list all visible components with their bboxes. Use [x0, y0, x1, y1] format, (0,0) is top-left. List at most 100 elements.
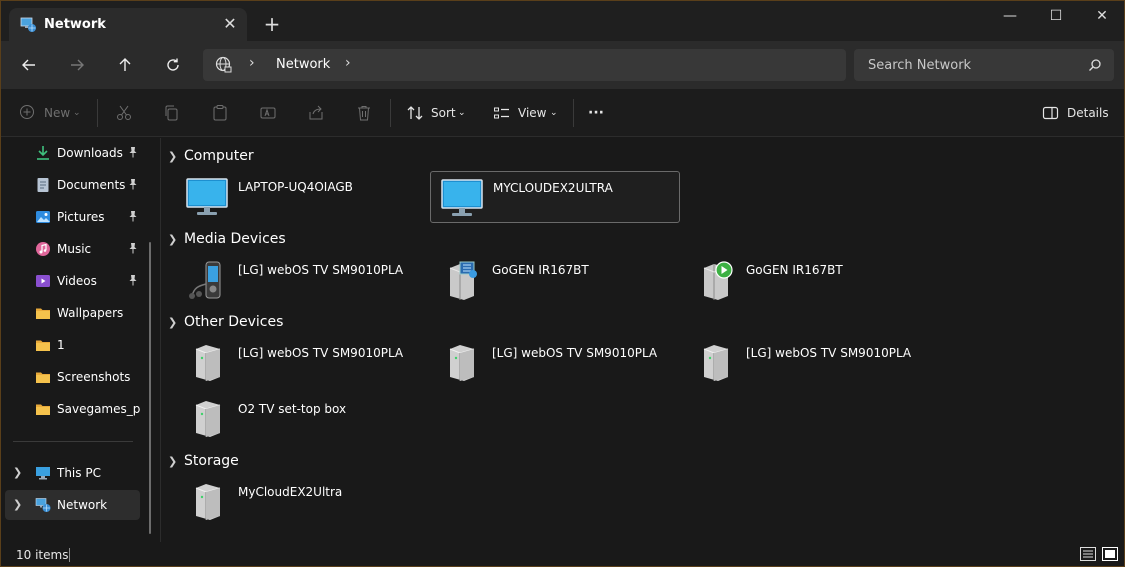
group-header-computer[interactable]: ❯ Computer: [168, 148, 254, 164]
sidebar-scrollbar[interactable]: [149, 242, 151, 534]
device-icon: [703, 345, 729, 381]
network-item-mycloudex2ultra[interactable]: MYCLOUDEX2ULTRA: [430, 171, 680, 223]
search-icon: [1089, 59, 1101, 71]
forward-button[interactable]: [63, 51, 91, 79]
storage-item-mycloudex2ultra[interactable]: MyCloudEX2Ultra: [176, 476, 426, 528]
chevron-right-icon[interactable]: ❯: [13, 466, 22, 479]
chevron-right-icon[interactable]: ›: [249, 55, 255, 71]
navigation-pane: Downloads Documents Pictures Music Video…: [1, 138, 161, 542]
other-item-lg-tv-3[interactable]: [LG] webOS TV SM9010PLA: [684, 337, 934, 389]
share-icon: [309, 105, 323, 120]
other-item-o2-set-top-box[interactable]: O2 TV set-top box: [176, 393, 426, 445]
pin-icon: [129, 179, 137, 190]
search-box[interactable]: [854, 49, 1114, 81]
group-header-storage[interactable]: ❯ Storage: [168, 453, 239, 469]
item-label: GoGEN IR167BT: [746, 263, 843, 277]
close-window-button[interactable]: ✕: [1079, 1, 1124, 33]
chevron-down-icon[interactable]: ❯: [168, 233, 182, 246]
network-item-laptop[interactable]: LAPTOP-UQ4OIAGB: [176, 171, 426, 223]
rename-icon: [260, 107, 276, 119]
media-item-lg-tv[interactable]: [LG] webOS TV SM9010PLA: [176, 254, 426, 306]
sidebar-item-label: Savegames_patch: [57, 402, 141, 416]
sidebar-item-this-pc[interactable]: ❯ This PC: [5, 458, 140, 488]
view-list-icon: [494, 107, 509, 119]
item-label: [LG] webOS TV SM9010PLA: [492, 346, 658, 360]
network-icon: [35, 498, 51, 512]
new-tab-button[interactable]: +: [259, 11, 285, 37]
toolbar-divider: [573, 99, 574, 127]
clipboard-icon: [213, 105, 227, 121]
sidebar-item-network[interactable]: ❯ Network: [5, 490, 140, 520]
sidebar-item-videos[interactable]: Videos: [5, 266, 140, 296]
music-icon: [36, 242, 50, 256]
sidebar-item-label: Screenshots: [57, 370, 131, 384]
toolbar-divider: [97, 99, 98, 127]
sidebar-item-documents[interactable]: Documents: [5, 170, 140, 200]
group-title: Computer: [184, 148, 254, 164]
new-button[interactable]: New ⌄: [19, 101, 83, 125]
up-button[interactable]: [111, 51, 139, 79]
group-header-media-devices[interactable]: ❯ Media Devices: [168, 231, 286, 247]
copy-icon: [165, 105, 178, 121]
rename-button[interactable]: [259, 101, 279, 125]
refresh-button[interactable]: [159, 51, 187, 79]
other-item-lg-tv-2[interactable]: [LG] webOS TV SM9010PLA: [430, 337, 680, 389]
folder-icon: [36, 308, 50, 319]
chevron-down-icon[interactable]: ❯: [168, 455, 182, 468]
details-view-icon[interactable]: [1079, 546, 1097, 562]
delete-button[interactable]: [355, 101, 375, 125]
sidebar-item-screenshots[interactable]: Screenshots: [5, 362, 140, 392]
device-icon: [195, 345, 221, 381]
sidebar-item-music[interactable]: Music: [5, 234, 140, 264]
sidebar-item-savegames[interactable]: Savegames_patch: [5, 394, 141, 424]
tab-network[interactable]: Network ✕: [9, 8, 247, 41]
chevron-right-icon[interactable]: ›: [345, 55, 351, 71]
media-item-gogen-server[interactable]: GoGEN IR167BT: [430, 254, 680, 306]
tiles-view-icon[interactable]: [1101, 546, 1119, 562]
sidebar-item-wallpapers[interactable]: Wallpapers: [5, 298, 140, 328]
trash-icon: [358, 106, 370, 121]
copy-button[interactable]: [163, 101, 183, 125]
toolbar-divider: [390, 99, 391, 127]
tab-close-button[interactable]: ✕: [219, 13, 241, 35]
breadcrumb-item-network[interactable]: Network: [276, 57, 330, 72]
this-pc-icon: [36, 467, 50, 480]
sidebar-item-pictures[interactable]: Pictures: [5, 202, 140, 232]
sidebar-item-label: This PC: [57, 466, 101, 480]
item-label: MyCloudEX2Ultra: [238, 485, 343, 499]
group-title: Other Devices: [184, 314, 284, 330]
sidebar-item-1[interactable]: 1: [5, 330, 140, 360]
maximize-button[interactable]: ☐: [1033, 1, 1079, 33]
breadcrumb[interactable]: › Network ›: [203, 49, 846, 81]
minimize-button[interactable]: —: [987, 1, 1033, 33]
sort-button[interactable]: Sort ⌄: [406, 101, 468, 125]
group-header-other-devices[interactable]: ❯ Other Devices: [168, 314, 283, 330]
item-label: [LG] webOS TV SM9010PLA: [238, 346, 404, 360]
item-label: [LG] webOS TV SM9010PLA: [746, 346, 912, 360]
status-divider: [69, 548, 70, 562]
monitor-icon: [441, 179, 483, 216]
chevron-down-icon[interactable]: ❯: [168, 316, 182, 329]
media-item-gogen-renderer[interactable]: GoGEN IR167BT: [684, 254, 934, 306]
details-pane-button[interactable]: Details: [1042, 101, 1109, 125]
item-label: [LG] webOS TV SM9010PLA: [238, 263, 404, 277]
item-count: 10 items: [16, 548, 69, 562]
sidebar-item-downloads[interactable]: Downloads: [5, 138, 140, 168]
chevron-down-icon: ⌄: [550, 108, 558, 118]
share-button[interactable]: [307, 101, 327, 125]
download-icon: [37, 146, 49, 160]
folder-icon: [36, 372, 50, 383]
more-options-button[interactable]: ···: [588, 101, 610, 125]
paste-button[interactable]: [211, 101, 231, 125]
chevron-down-icon[interactable]: ❯: [168, 150, 182, 163]
view-button[interactable]: View ⌄: [493, 101, 559, 125]
sort-label: Sort: [431, 106, 456, 120]
other-item-lg-tv-1[interactable]: [LG] webOS TV SM9010PLA: [176, 337, 426, 389]
chevron-right-icon[interactable]: ❯: [13, 498, 22, 511]
cut-button[interactable]: [115, 101, 135, 125]
sidebar-item-label: 1: [57, 338, 65, 352]
device-icon: [195, 401, 221, 437]
videos-icon: [36, 275, 50, 287]
search-input[interactable]: [854, 49, 1084, 81]
back-button[interactable]: [15, 51, 43, 79]
